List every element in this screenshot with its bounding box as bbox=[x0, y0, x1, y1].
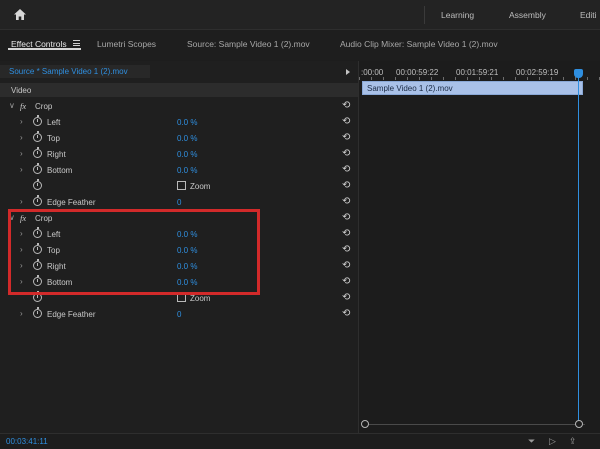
reset-icon[interactable]: ⟲ bbox=[342, 148, 350, 159]
ruler-label: 00:00:59:22 bbox=[396, 68, 439, 77]
property-row-edge-feather[interactable]: › Edge Feather 0 ⟲ bbox=[0, 306, 358, 322]
reset-icon[interactable]: ⟲ bbox=[342, 260, 350, 271]
stopwatch-icon[interactable] bbox=[33, 195, 42, 206]
panel-menu-icon[interactable] bbox=[73, 40, 80, 46]
property-row-top[interactable]: › Top 0.0 % ⟲ bbox=[0, 130, 358, 146]
reset-icon[interactable]: ⟲ bbox=[342, 292, 350, 303]
property-label: Top bbox=[47, 134, 60, 143]
timeline-clip[interactable]: Sample Video 1 (2).mov bbox=[362, 81, 583, 95]
chevron-right-icon[interactable]: › bbox=[20, 165, 23, 174]
chevron-down-icon[interactable]: ∨ bbox=[9, 101, 15, 110]
property-row-bottom[interactable]: › Bottom 0.0 % ⟲ bbox=[0, 162, 358, 178]
status-bar: 00:03:41:11 ⏷ ▷ ⇪ bbox=[0, 433, 600, 449]
video-section-label: Video bbox=[11, 86, 32, 95]
playhead-line bbox=[578, 73, 579, 425]
tab-audio-clip-mixer[interactable]: Audio Clip Mixer: Sample Video 1 (2).mov bbox=[340, 39, 498, 49]
property-label: Right bbox=[47, 150, 66, 159]
ruler-label: 00:02:59:19 bbox=[516, 68, 559, 77]
property-label: Left bbox=[47, 118, 61, 127]
reset-icon[interactable]: ⟲ bbox=[342, 132, 350, 143]
property-row-right[interactable]: › Right 0.0 % ⟲ bbox=[0, 146, 358, 162]
chevron-right-icon[interactable]: › bbox=[20, 117, 23, 126]
reset-icon[interactable]: ⟲ bbox=[342, 116, 350, 127]
stopwatch-icon[interactable] bbox=[33, 147, 42, 158]
scroll-handle-right[interactable] bbox=[575, 420, 583, 428]
source-clip-label[interactable]: Source * Sample Video 1 (2).mov bbox=[9, 67, 128, 76]
zoom-checkbox[interactable] bbox=[177, 181, 186, 190]
property-value[interactable]: 0.0 % bbox=[177, 166, 197, 175]
workspace-tab-assembly[interactable]: Assembly bbox=[509, 10, 546, 20]
chevron-right-icon[interactable]: › bbox=[20, 309, 23, 318]
home-icon[interactable] bbox=[13, 8, 27, 21]
effect-row-crop-1[interactable]: ∨ fx Crop ⟲ bbox=[0, 98, 358, 114]
ruler-label: 00:01:59:21 bbox=[456, 68, 499, 77]
export-icon[interactable]: ⇪ bbox=[569, 436, 577, 447]
property-value[interactable]: 0.0 % bbox=[177, 118, 197, 127]
property-row-left[interactable]: › Left 0.0 % ⟲ bbox=[0, 114, 358, 130]
clip-label: Sample Video 1 (2).mov bbox=[367, 84, 453, 93]
play-icon[interactable] bbox=[346, 69, 350, 75]
property-row-edge-feather[interactable]: › Edge Feather 0 ⟲ bbox=[0, 194, 358, 210]
active-tab-underline bbox=[8, 48, 81, 50]
chevron-right-icon[interactable]: › bbox=[20, 133, 23, 142]
reset-icon[interactable]: ⟲ bbox=[342, 276, 350, 287]
workspace-tab-editing[interactable]: Editi bbox=[580, 10, 597, 20]
chevron-right-icon[interactable]: › bbox=[20, 149, 23, 158]
ruler-ticks bbox=[359, 77, 600, 80]
reset-icon[interactable]: ⟲ bbox=[342, 244, 350, 255]
reset-icon[interactable]: ⟲ bbox=[342, 212, 350, 223]
tab-lumetri-scopes[interactable]: Lumetri Scopes bbox=[97, 39, 156, 49]
zoom-scroll-track[interactable] bbox=[365, 424, 585, 425]
property-value[interactable]: 0 bbox=[177, 310, 181, 319]
reset-icon[interactable]: ⟲ bbox=[342, 100, 350, 111]
video-section-header bbox=[0, 83, 358, 97]
reset-icon[interactable]: ⟲ bbox=[342, 180, 350, 191]
reset-icon[interactable]: ⟲ bbox=[342, 196, 350, 207]
reset-icon[interactable]: ⟲ bbox=[342, 228, 350, 239]
reset-icon[interactable]: ⟲ bbox=[342, 164, 350, 175]
stopwatch-icon[interactable] bbox=[33, 307, 42, 318]
property-value[interactable]: 0.0 % bbox=[177, 134, 197, 143]
stopwatch-icon[interactable] bbox=[33, 131, 42, 142]
playhead-handle[interactable] bbox=[574, 69, 583, 78]
scroll-handle-left[interactable] bbox=[361, 420, 369, 428]
property-label: Bottom bbox=[47, 166, 73, 175]
filter-icon[interactable]: ⏷ bbox=[528, 436, 535, 447]
workspace-bar: Learning Assembly Editi bbox=[0, 0, 600, 29]
reset-icon[interactable]: ⟲ bbox=[342, 308, 350, 319]
property-label: Edge Feather bbox=[47, 198, 96, 207]
effect-name: Crop bbox=[35, 102, 53, 111]
play-audio-icon[interactable]: ▷ bbox=[549, 436, 556, 447]
stopwatch-icon[interactable] bbox=[33, 179, 42, 190]
property-row-zoom[interactable]: Zoom ⟲ bbox=[0, 178, 358, 194]
chevron-right-icon[interactable]: › bbox=[20, 197, 23, 206]
effect-controls-timeline: :00:00 00:00:59:22 00:01:59:21 00:02:59:… bbox=[358, 61, 600, 433]
tab-source-monitor[interactable]: Source: Sample Video 1 (2).mov bbox=[187, 39, 310, 49]
property-value[interactable]: 0 bbox=[177, 198, 181, 207]
stopwatch-icon[interactable] bbox=[33, 163, 42, 174]
current-timecode[interactable]: 00:03:41:11 bbox=[6, 437, 48, 446]
fx-toggle-icon[interactable]: fx bbox=[20, 101, 26, 111]
property-label: Edge Feather bbox=[47, 310, 96, 319]
workspace-tab-learning[interactable]: Learning bbox=[441, 10, 474, 20]
ruler-label: :00:00 bbox=[361, 68, 384, 77]
zoom-label: Zoom bbox=[190, 182, 211, 191]
highlight-annotation-box bbox=[8, 209, 260, 295]
property-value[interactable]: 0.0 % bbox=[177, 150, 197, 159]
workspace-divider bbox=[424, 6, 425, 24]
zoom-label: Zoom bbox=[190, 294, 211, 303]
stopwatch-icon[interactable] bbox=[33, 115, 42, 126]
